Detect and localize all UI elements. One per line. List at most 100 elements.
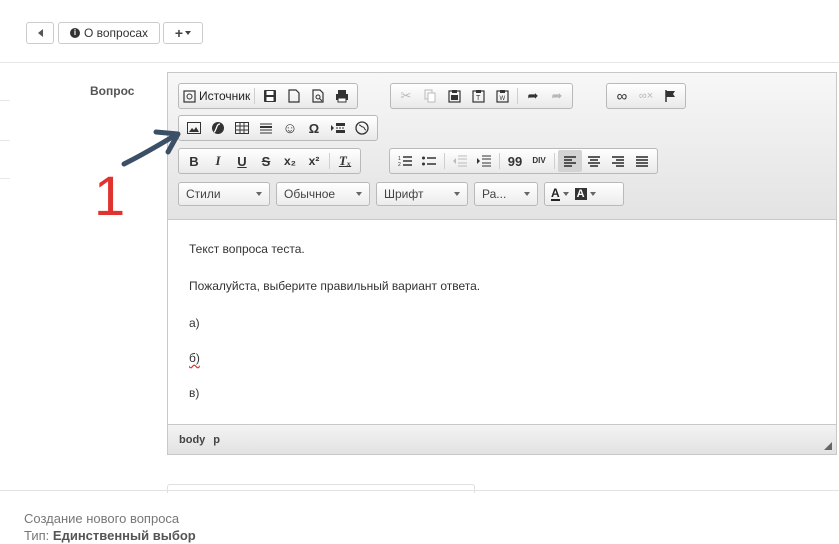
redo-button[interactable]: ➦	[545, 85, 569, 107]
arrow-left-icon	[37, 29, 43, 37]
annotation-arrow-icon	[121, 129, 181, 167]
print-button[interactable]	[330, 85, 354, 107]
next-field-edge	[167, 484, 475, 493]
table-button[interactable]	[230, 117, 254, 139]
iframe-button[interactable]	[350, 117, 374, 139]
scissors-icon: ✂	[400, 88, 412, 103]
outdent-button[interactable]	[448, 150, 472, 172]
div-container-button[interactable]: DIV	[527, 150, 551, 172]
page-break-icon	[331, 123, 345, 133]
chevron-down-icon	[356, 192, 362, 196]
question-type-prefix: Тип:	[24, 528, 53, 543]
separator	[499, 153, 500, 169]
paste-text-button[interactable]: T	[466, 85, 490, 107]
align-justify-button[interactable]	[630, 150, 654, 172]
cut-button[interactable]: ✂	[394, 85, 418, 107]
paste-icon	[447, 90, 461, 103]
align-right-icon	[612, 155, 624, 167]
chevron-down-icon	[524, 192, 530, 196]
document-group: Источник	[178, 83, 359, 109]
paste-word-button[interactable]: W	[490, 85, 514, 107]
align-right-button[interactable]	[606, 150, 630, 172]
styles-dropdown[interactable]: Стили	[178, 182, 270, 206]
content-paragraph: Текст вопроса теста.	[189, 242, 305, 256]
content-paragraph: б)	[189, 351, 200, 365]
align-justify-icon	[636, 155, 648, 167]
horizontal-rule-button[interactable]	[254, 117, 278, 139]
content-paragraph: Пожалуйста, выберите правильный вариант …	[189, 279, 481, 293]
clipboard-group: ✂ T W ➦ ➦	[390, 83, 573, 109]
blockquote-button[interactable]: 99	[503, 150, 527, 172]
text-color-button[interactable]: A	[551, 187, 569, 201]
element-path-body[interactable]: body	[179, 434, 205, 446]
strikethrough-button[interactable]: S	[254, 150, 278, 172]
special-char-button[interactable]: Ω	[302, 117, 326, 139]
add-dropdown-button[interactable]: +	[163, 22, 203, 44]
content-paragraph: а)	[189, 316, 200, 330]
italic-button[interactable]: I	[206, 150, 230, 172]
separator	[444, 153, 445, 169]
page-break-button[interactable]	[326, 117, 350, 139]
omega-icon: Ω	[308, 120, 320, 136]
image-button[interactable]	[182, 117, 206, 139]
superscript-button[interactable]: x²	[302, 150, 326, 172]
resize-handle-icon[interactable]	[824, 442, 832, 450]
chevron-down-icon	[454, 192, 460, 196]
footer-title: Создание нового вопроса	[24, 511, 180, 526]
align-left-button[interactable]	[558, 150, 582, 172]
question-type-line: Тип: Единственный выбор	[24, 528, 196, 543]
source-icon	[183, 89, 196, 103]
undo-button[interactable]: ➦	[521, 85, 545, 107]
font-dropdown[interactable]: Шрифт	[376, 182, 468, 206]
copy-icon	[424, 89, 435, 103]
source-button[interactable]: Источник	[182, 85, 251, 107]
bold-button[interactable]: B	[182, 150, 206, 172]
subscript-button[interactable]: x₂	[278, 150, 302, 172]
side-divider	[0, 100, 10, 101]
annotation-number: 1	[94, 164, 126, 227]
flash-button[interactable]	[206, 117, 230, 139]
preview-button[interactable]	[306, 85, 330, 107]
bulleted-list-button[interactable]	[417, 150, 441, 172]
save-button[interactable]	[258, 85, 282, 107]
smiley-icon: ☺	[282, 119, 298, 137]
about-questions-button[interactable]: i О вопросах	[58, 22, 160, 44]
new-page-button[interactable]	[282, 85, 306, 107]
insert-group: ☺ Ω	[178, 115, 378, 141]
align-center-button[interactable]	[582, 150, 606, 172]
quote-icon: 99	[507, 153, 523, 169]
colors-group: A A	[544, 182, 624, 206]
back-button[interactable]	[26, 22, 54, 44]
chevron-down-icon	[256, 192, 262, 196]
bold-icon: B	[189, 153, 199, 169]
underline-icon: U	[237, 153, 247, 169]
element-path-p[interactable]: p	[213, 434, 220, 446]
underline-button[interactable]: U	[230, 150, 254, 172]
numbered-list-icon: 12	[398, 156, 412, 167]
question-type-value: Единственный выбор	[52, 528, 196, 543]
horizontal-rule-icon	[260, 123, 272, 134]
indent-button[interactable]	[472, 150, 496, 172]
side-divider	[0, 178, 10, 179]
smiley-button[interactable]: ☺	[278, 117, 302, 139]
bg-color-button[interactable]: A	[574, 188, 596, 200]
link-button[interactable]: ∞	[610, 85, 634, 107]
paste-button[interactable]	[442, 85, 466, 107]
separator	[254, 88, 256, 104]
styles-dropdown-label: Стили	[186, 187, 221, 201]
copy-button[interactable]	[418, 85, 442, 107]
table-icon	[235, 122, 249, 134]
question-field-label: Вопрос	[90, 84, 135, 98]
numbered-list-button[interactable]: 12	[393, 150, 417, 172]
unlink-button[interactable]: ∞×	[634, 85, 658, 107]
format-dropdown[interactable]: Обычное	[276, 182, 370, 206]
svg-text:W: W	[499, 96, 505, 102]
align-center-icon	[588, 155, 600, 167]
anchor-button[interactable]	[658, 85, 682, 107]
size-dropdown[interactable]: Ра...	[474, 182, 538, 206]
format-dropdown-label: Обычное	[284, 187, 336, 201]
remove-format-button[interactable]: Tₓ	[333, 150, 357, 172]
flag-icon	[665, 90, 675, 102]
size-dropdown-label: Ра...	[482, 187, 507, 201]
editor-content[interactable]: Текст вопроса теста. Пожалуйста, выберит…	[168, 220, 836, 426]
